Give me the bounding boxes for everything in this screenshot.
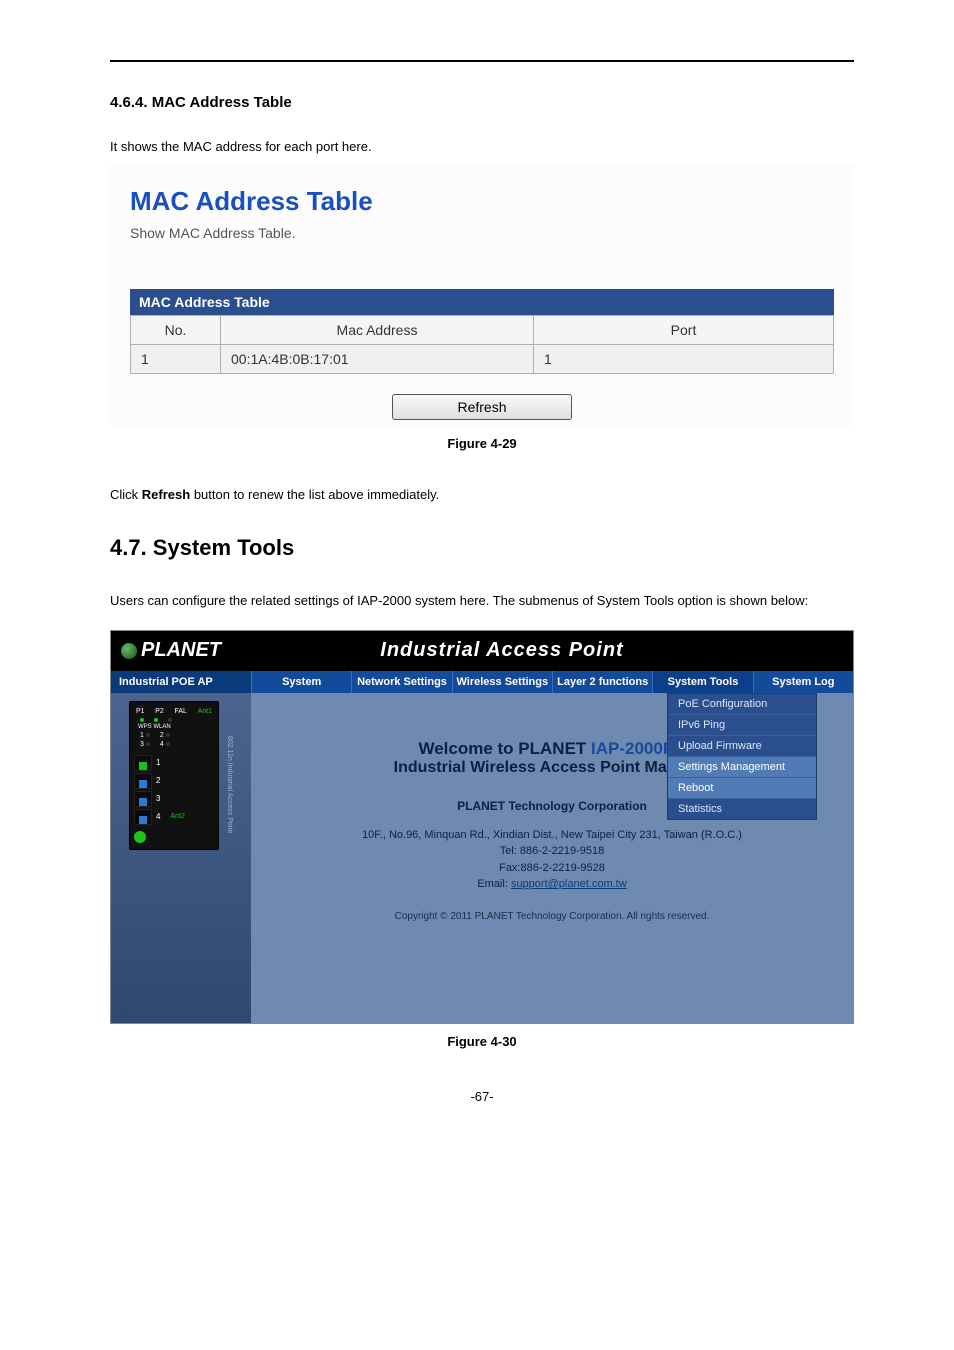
dd-upload-firmware[interactable]: Upload Firmware [668,736,816,757]
nav-system-log[interactable]: System Log [753,671,853,693]
section-heading-tools: 4.7. System Tools [110,535,854,561]
copyright-text: Copyright © 2011 PLANET Technology Corpo… [251,911,853,922]
refresh-row: Refresh [110,382,854,426]
mac-panel: MAC Address Table Show MAC Address Table… [110,164,854,426]
cell-mac: 00:1A:4B:0B:17:01 [221,344,534,373]
screenshot-body: P1 P2 FAL Ant1 WPS WLAN 1 2 3 4 802.11n In… [111,693,853,1023]
nav-network-settings[interactable]: Network Settings [351,671,451,693]
intro-text-mac: It shows the MAC address for each port h… [110,133,854,162]
cell-port: 1 [534,344,834,373]
addr-line2: Tel: 886-2-2219-9518 [251,843,853,860]
after-fig-p2: button to renew the list above immediate… [190,487,439,502]
figure-caption-a: Figure 4-29 [110,436,854,451]
dd-ipv6-ping[interactable]: IPv6 Ping [668,715,816,736]
brand-text: PLANET [141,639,221,662]
ethernet-port-icon [134,809,152,825]
table-caption: MAC Address Table [130,289,834,315]
banner-title: Industrial Access Point [221,639,783,662]
led-icon [146,733,150,737]
support-email-link[interactable]: support@planet.com.tw [511,878,627,890]
device-graphic: P1 P2 FAL Ant1 WPS WLAN 12 34 802.11n In… [129,701,219,850]
section-heading-mac: 4.6.4. MAC Address Table [110,94,854,111]
dd-poe-configuration[interactable]: PoE Configuration [668,694,816,715]
led-icon [166,733,170,737]
port-label: 3 [156,794,160,803]
planet-logo: PLANET [121,639,221,662]
ethernet-port-icon [134,773,152,789]
table-header-row: No. Mac Address Port [131,315,834,344]
mac-address-table: MAC Address Table No. Mac Address Port 1… [130,289,834,374]
dd-reboot[interactable]: Reboot [668,778,816,799]
panel-title: MAC Address Table [130,186,834,217]
led-icon [166,742,170,746]
panel-subtitle: Show MAC Address Table. [130,225,834,241]
system-tools-screenshot: PLANET Industrial Access Point Industria… [110,630,854,1024]
nav-system[interactable]: System [251,671,351,693]
screenshot-header: PLANET Industrial Access Point [111,631,853,671]
device-column: P1 P2 FAL Ant1 WPS WLAN 1 2 3 4 802.11n In… [111,693,251,1023]
page-number: -67- [110,1089,854,1104]
addr-line1: 10F., No.96, Minquan Rd., Xindian Dist.,… [251,827,853,844]
content-column: Welcome to PLANET IAP-2000PS Industrial … [251,693,853,1023]
cell-no: 1 [131,344,221,373]
port-label: 2 [156,776,160,785]
led-icon [154,718,158,722]
device-side-text: 802.11n Industrial Access Point [226,736,233,833]
label-ant1: Ant1 [198,708,212,715]
col-no: No. [131,315,221,344]
col-mac: Mac Address [221,315,534,344]
ethernet-port-icon [134,755,152,771]
globe-icon [121,643,137,659]
label-fal: FAL [174,708,186,715]
nav-wireless-settings[interactable]: Wireless Settings [452,671,552,693]
port-label: 1 [156,758,160,767]
table-row: 1 00:1A:4B:0B:17:01 1 [131,344,834,373]
intro-text-tools: Users can configure the related settings… [110,587,854,616]
label-ant2: Ant2 [170,813,184,820]
top-rule [110,60,854,62]
led-icon [168,718,172,722]
after-fig-p1: Click [110,487,142,502]
after-figure-text: Click Refresh button to renew the list a… [110,481,854,510]
addr-line3: Fax:886-2-2219-9528 [251,860,853,877]
nav-system-tools[interactable]: System Tools [652,671,752,693]
antenna-led-icon [134,831,146,843]
after-fig-bold: Refresh [142,487,190,502]
device-name-label: Industrial POE AP [111,671,251,693]
figure-caption-b: Figure 4-30 [110,1034,854,1049]
nav-layer2-functions[interactable]: Layer 2 functions [552,671,652,693]
nav-bar: Industrial POE AP System Network Setting… [111,671,853,693]
dd-settings-management[interactable]: Settings Management [668,757,816,778]
refresh-button[interactable]: Refresh [392,394,572,420]
led-icon [146,742,150,746]
address-block: 10F., No.96, Minquan Rd., Xindian Dist.,… [251,827,853,893]
led-icon [140,718,144,722]
port-label: 4 [156,812,160,821]
label-wps: WPS WLAN [134,723,214,731]
welcome-prefix: Welcome to PLANET [418,739,591,758]
ethernet-port-icon [134,791,152,807]
col-port: Port [534,315,834,344]
addr-email-label: Email: [477,878,511,890]
dd-statistics[interactable]: Statistics [668,799,816,819]
label-p1: P1 [136,708,145,715]
label-p2: P2 [155,708,164,715]
system-tools-dropdown: PoE Configuration IPv6 Ping Upload Firmw… [667,693,817,820]
